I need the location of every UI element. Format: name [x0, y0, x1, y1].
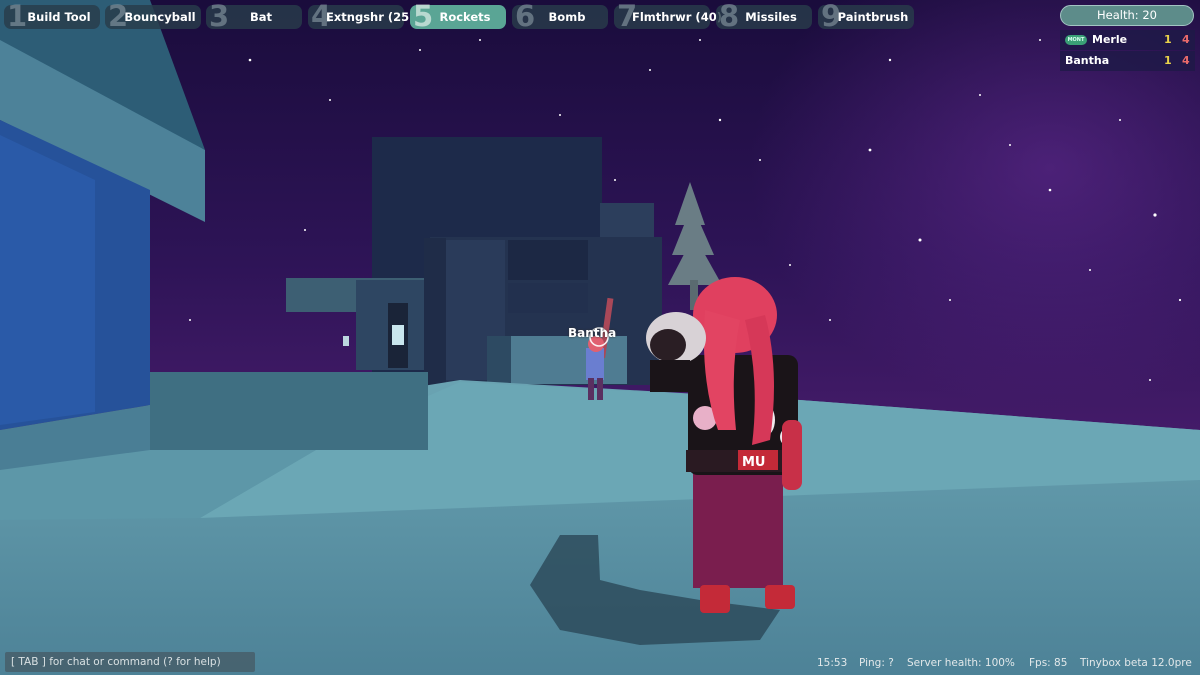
ping-readout: Ping: ? — [859, 657, 894, 669]
slot-label: Rockets — [439, 10, 491, 24]
fps-counter: Fps: 85 — [1029, 657, 1068, 669]
hotbar-slot-paintbrush[interactable]: 9 Paintbrush — [818, 1, 914, 31]
slot-label: Extngshr (25) — [326, 10, 415, 24]
player-badge: MONT — [1065, 35, 1087, 45]
health-bar: Health: 20 — [1060, 5, 1194, 26]
chat-hint: [ TAB ] for chat or command (? for help) — [11, 656, 221, 668]
slot-label: Bomb — [548, 10, 586, 24]
slot-label: Bat — [249, 10, 273, 24]
chat-input[interactable]: [ TAB ] for chat or command (? for help) — [5, 652, 255, 672]
hotbar-slot-bat[interactable]: 3 Bat — [206, 1, 302, 31]
hotbar-slot-extinguisher[interactable]: 4 Extngshr (25) — [308, 1, 415, 31]
hotbar-slot-bouncyball[interactable]: 2 Bouncyball — [105, 1, 201, 31]
slot-label: Missiles — [745, 10, 797, 24]
health-label: Health: 20 — [1097, 8, 1157, 22]
hotbar-slot-bomb[interactable]: 6 Bomb — [512, 1, 608, 31]
lower-ledge — [148, 372, 428, 450]
player-name: Merle — [1092, 33, 1128, 46]
svg-text:MU: MU — [742, 455, 766, 470]
slot-label: Bouncyball — [124, 10, 196, 24]
clock: 15:53 — [817, 657, 848, 669]
player-kills: 1 — [1164, 54, 1172, 67]
server-health-readout: Server health: 100% — [907, 657, 1015, 669]
hotbar-slot-rockets[interactable]: 5 Rockets — [410, 1, 506, 31]
player-row: MONT Merle 1 4 — [1060, 30, 1195, 50]
player-kills: 1 — [1164, 33, 1172, 46]
hotbar-slot-missiles[interactable]: 8 Missiles — [716, 1, 812, 31]
player-deaths: 4 — [1182, 54, 1190, 67]
hotbar-slot-flamethrower[interactable]: 7 Flmthrwr (40) — [614, 1, 722, 31]
player-list: MONT Merle 1 4 Bantha 1 4 — [1060, 30, 1195, 72]
hotbar-slot-build-tool[interactable]: 1 Build Tool — [4, 1, 100, 31]
player-row: Bantha 1 4 — [1060, 51, 1195, 71]
player-name: Bantha — [1065, 54, 1110, 67]
version-label: Tinybox beta 12.0pre — [1080, 657, 1192, 669]
slot-label: Flmthrwr (40) — [632, 10, 722, 24]
player-deaths: 4 — [1182, 33, 1190, 46]
player-nametag: Bantha — [568, 326, 617, 340]
slot-label: Paintbrush — [837, 10, 909, 24]
slot-label: Build Tool — [27, 10, 91, 24]
